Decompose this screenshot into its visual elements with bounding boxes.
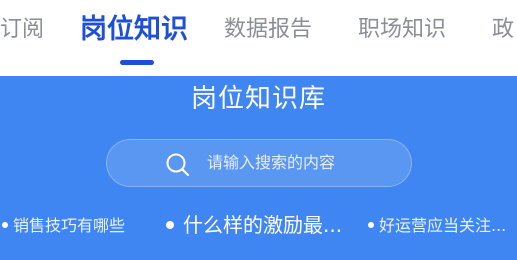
knowledge-base-panel: 岗位知识库 请输入搜索的内容 销售技巧有哪些 什么样的激励最... 好运营应当关… [0,76,517,260]
tab-data-report[interactable]: 数据报告 [224,14,312,46]
bullet-dot [368,221,374,228]
bullet-dot [2,221,8,228]
hot-topic-item[interactable]: 好运营应当关注... [368,213,506,239]
hot-topic-item[interactable]: 什么样的激励最... [166,210,342,240]
search-input[interactable]: 请输入搜索的内容 [106,139,412,187]
panel-title: 岗位知识库 [190,84,326,114]
bullet-dot [166,220,174,229]
hot-topic-label: 好运营应当关注... [379,216,507,235]
tab-workplace-knowledge[interactable]: 职场知识 [358,14,446,46]
hot-topic-label: 销售技巧有哪些 [13,216,126,235]
search-icon [166,153,190,177]
tab-policy[interactable]: 政 [492,14,514,46]
page: 订阅 岗位知识 数据报告 职场知识 政 岗位知识库 请输入搜索的内容 销售技巧有… [0,0,517,260]
hot-topic-item[interactable]: 销售技巧有哪些 [2,213,125,239]
tab-subscribe[interactable]: 订阅 [0,14,44,46]
hot-topic-label: 什么样的激励最... [183,213,343,237]
top-tab-bar: 订阅 岗位知识 数据报告 职场知识 政 [0,0,517,76]
active-tab-indicator [120,60,154,65]
tab-job-knowledge[interactable]: 岗位知识 [80,12,188,48]
search-placeholder: 请输入搜索的内容 [207,153,336,172]
